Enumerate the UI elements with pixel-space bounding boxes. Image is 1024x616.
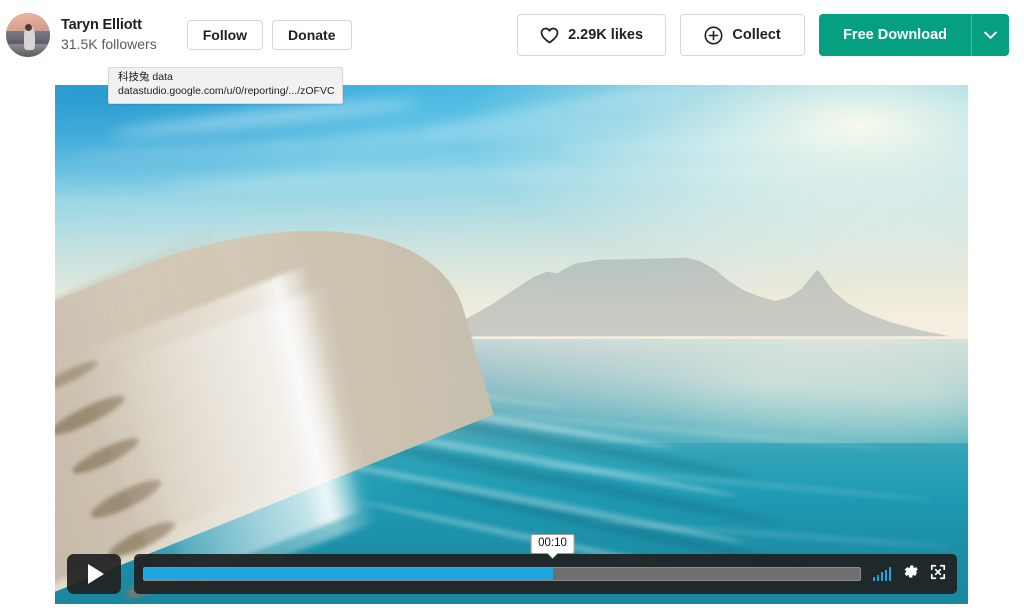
tooltip-url: datastudio.google.com/u/0/reporting/.../… bbox=[118, 85, 335, 98]
cloud bbox=[73, 140, 311, 162]
collect-label: Collect bbox=[732, 27, 781, 43]
progress-bar-fill bbox=[144, 568, 553, 580]
gear-icon[interactable] bbox=[902, 563, 919, 585]
author-block[interactable]: Taryn Elliott 31.5K followers bbox=[6, 13, 157, 57]
table-mountain-silhouette bbox=[429, 248, 950, 337]
current-time-tooltip: 00:10 bbox=[530, 533, 575, 554]
right-actions: 2.29K likes Collect Free Download bbox=[517, 14, 1009, 56]
author-followers: 31.5K followers bbox=[61, 36, 157, 53]
follow-button[interactable]: Follow bbox=[186, 20, 264, 50]
video-player[interactable]: 00:10 bbox=[55, 85, 968, 604]
cloud bbox=[164, 166, 576, 191]
author-name: Taryn Elliott bbox=[61, 17, 142, 34]
video-control-bar: 00:10 bbox=[134, 533, 957, 594]
chevron-down-icon bbox=[984, 31, 997, 40]
collect-button[interactable]: Collect bbox=[680, 14, 806, 56]
volume-bars-icon[interactable] bbox=[872, 567, 891, 581]
download-button-group: Free Download bbox=[819, 14, 1009, 56]
play-button[interactable] bbox=[67, 554, 121, 594]
plus-circle-icon bbox=[704, 26, 723, 45]
author-text: Taryn Elliott 31.5K followers bbox=[61, 16, 157, 54]
control-icon-group bbox=[872, 563, 947, 585]
tooltip-title: 科技兔 data bbox=[118, 71, 173, 83]
cloud bbox=[493, 165, 841, 180]
avatar[interactable] bbox=[6, 13, 50, 57]
download-options-button[interactable] bbox=[971, 14, 1009, 56]
free-download-button[interactable]: Free Download bbox=[819, 14, 971, 56]
heart-icon bbox=[540, 27, 559, 44]
likes-button[interactable]: 2.29K likes bbox=[517, 14, 667, 56]
likes-count-label: 2.29K likes bbox=[568, 27, 644, 43]
progress-bar[interactable]: 00:10 bbox=[143, 533, 861, 581]
play-triangle-icon bbox=[88, 564, 104, 584]
fullscreen-arrows-icon[interactable] bbox=[930, 564, 946, 585]
link-preview-tooltip: 科技兔 data datastudio.google.com/u/0/repor… bbox=[108, 67, 343, 104]
top-action-bar: Taryn Elliott 31.5K followers Follow Don… bbox=[0, 0, 1024, 70]
donate-button[interactable]: Donate bbox=[272, 20, 352, 50]
cloud bbox=[557, 133, 868, 154]
